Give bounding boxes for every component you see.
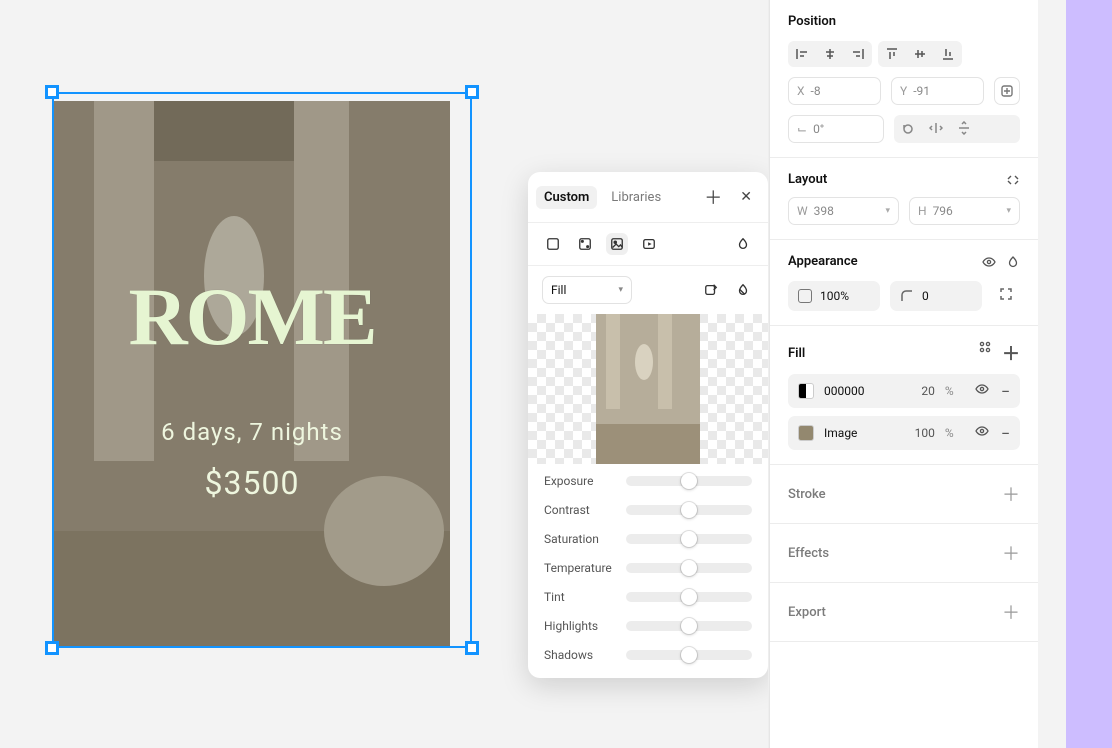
slider-tint[interactable] [626,592,752,602]
fill-mode-row: Fill ▾ [528,266,768,314]
appearance-title: Appearance [788,254,858,269]
frame-text-overlay: ROME 6 days, 7 nights $3500 [54,101,450,502]
collapse-icon[interactable] [1006,173,1020,187]
expand-corners-icon[interactable] [992,281,1020,307]
video-fill-icon[interactable] [638,233,660,255]
slider-label-saturation: Saturation [544,532,599,546]
resize-handle-bl[interactable] [45,641,59,655]
image-fill-icon[interactable] [606,233,628,255]
image-adjust-sliders: Exposure Contrast Saturation Temperature… [528,464,768,678]
corner-radius-field[interactable]: 0 [890,281,982,311]
position-more-icon[interactable] [994,77,1020,105]
layout-title: Layout [788,172,827,187]
rotate-image-icon[interactable] [732,279,754,301]
popover-tabs: Custom Libraries ＋ ✕ [528,172,768,223]
section-stroke[interactable]: Stroke＋ [770,465,1038,524]
fill-mode-select[interactable]: Fill ▾ [542,276,632,304]
inspector-panel: Position X -8 Y -91 [769,0,1038,748]
chevron-down-icon: ▾ [618,285,623,295]
align-vcenter-icon[interactable] [906,41,934,67]
slider-label-highlights: Highlights [544,619,598,633]
fill-remove-icon[interactable]: − [1001,424,1010,443]
fill-swatch-color[interactable] [798,383,814,399]
fill-row-color[interactable]: 000000 20 % − [788,374,1020,408]
section-layout: Layout W 398 ▾ H 796 ▾ [770,158,1038,240]
section-effects[interactable]: Effects＋ [770,524,1038,583]
radius-icon [900,289,914,303]
add-stroke-icon[interactable]: ＋ [1002,481,1020,507]
x-field[interactable]: X -8 [788,77,881,105]
resize-handle-tr[interactable] [465,85,479,99]
fill-visibility-icon[interactable] [975,382,989,401]
y-field[interactable]: Y -91 [891,77,984,105]
fill-swatch-image[interactable] [798,425,814,441]
fill-styles-icon[interactable] [978,340,992,366]
chevron-down-icon: ▾ [1006,206,1011,216]
align-top-icon[interactable] [878,41,906,67]
gradient-fill-icon[interactable] [574,233,596,255]
fill-remove-icon[interactable]: − [1001,382,1010,401]
slider-shadows[interactable] [626,650,752,660]
fill-visibility-icon[interactable] [975,424,989,443]
slider-label-temperature: Temperature [544,561,612,575]
slider-contrast[interactable] [626,505,752,515]
position-title: Position [788,14,836,29]
chevron-down-icon: ▾ [885,206,890,216]
flip-h-icon[interactable] [922,115,950,141]
add-export-icon[interactable]: ＋ [1002,599,1020,625]
slider-temperature[interactable] [626,563,752,573]
replace-image-icon[interactable] [700,279,722,301]
solid-fill-icon[interactable] [542,233,564,255]
blend-mode-icon[interactable] [732,233,754,255]
frame-price: $3500 [54,464,450,502]
frame-subtitle: 6 days, 7 nights [54,418,450,446]
align-left-icon[interactable] [788,41,816,67]
section-export[interactable]: Export＋ [770,583,1038,642]
resize-handle-br[interactable] [465,641,479,655]
blend-icon[interactable] [1006,255,1020,269]
tab-custom[interactable]: Custom [536,186,597,209]
rotation-field[interactable]: ⌙ 0° [788,115,884,143]
slider-saturation[interactable] [626,534,752,544]
slider-label-shadows: Shadows [544,648,593,662]
fill-mode-value: Fill [551,283,566,297]
tab-libraries[interactable]: Libraries [611,190,661,205]
add-effect-icon[interactable]: ＋ [1002,540,1020,566]
slider-label-exposure: Exposure [544,474,593,488]
image-fill-popover[interactable]: Custom Libraries ＋ ✕ Fill ▾ [528,172,768,678]
add-icon[interactable]: ＋ [704,184,722,210]
slider-label-contrast: Contrast [544,503,590,517]
image-preview[interactable] [528,314,768,464]
opacity-icon [798,289,812,303]
rotate-90-icon[interactable] [894,115,922,141]
flip-v-icon[interactable] [950,115,978,141]
resize-handle-tl[interactable] [45,85,59,99]
close-icon[interactable]: ✕ [740,189,752,205]
section-fill: Fill ＋ 000000 20 % − Image 100 % − [770,326,1038,465]
opacity-field[interactable]: 100% [788,281,880,311]
fill-type-row [528,223,768,266]
slider-exposure[interactable] [626,476,752,486]
height-field[interactable]: H 796 ▾ [909,197,1020,225]
add-fill-icon[interactable]: ＋ [1002,340,1020,366]
width-field[interactable]: W 398 ▾ [788,197,899,225]
section-appearance: Appearance 100% 0 [770,240,1038,326]
fill-row-image[interactable]: Image 100 % − [788,416,1020,450]
align-right-icon[interactable] [844,41,872,67]
fill-title: Fill [788,346,805,361]
visibility-icon[interactable] [982,255,996,269]
slider-highlights[interactable] [626,621,752,631]
frame-title: ROME [54,276,450,358]
align-hcenter-icon[interactable] [816,41,844,67]
section-position: Position X -8 Y -91 [770,0,1038,158]
slider-label-tint: Tint [544,590,565,604]
angle-icon: ⌙ [797,122,807,136]
align-bottom-icon[interactable] [934,41,962,67]
image-preview-thumb [596,314,700,464]
